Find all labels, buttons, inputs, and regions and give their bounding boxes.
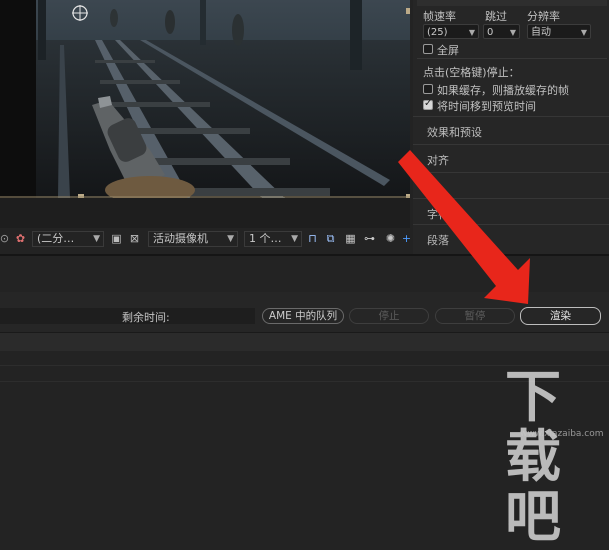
watermark-logo: 下载吧	[505, 365, 561, 550]
watermark-url: www.xiazaiba.com	[520, 429, 604, 439]
